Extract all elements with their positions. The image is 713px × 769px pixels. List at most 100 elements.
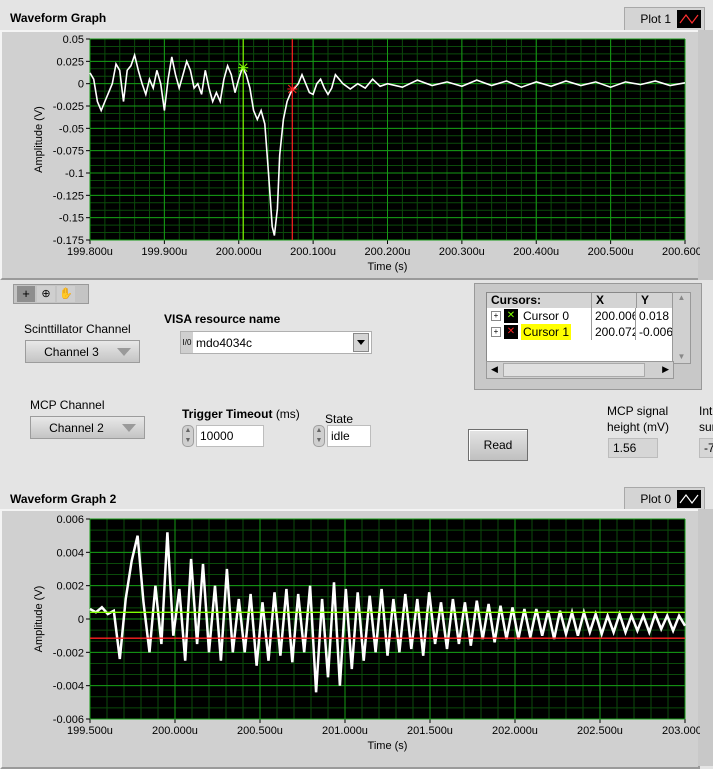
plot-legend-label: Plot 1 xyxy=(640,12,671,26)
col-header-cursors: Cursors: xyxy=(487,293,592,308)
zoom-tool-icon[interactable]: ⊕ xyxy=(37,286,55,302)
cursor-legend-vscroll[interactable]: ▲ ▼ xyxy=(672,292,691,364)
x-tick-label: 200.000u xyxy=(152,725,198,737)
cursor-name[interactable]: Cursor 1 xyxy=(521,324,572,340)
graph2-title: Waveform Graph 2 xyxy=(10,492,117,506)
increment-decrement-icon[interactable]: ▲ ▼ xyxy=(313,425,325,447)
visa-dropdown-button[interactable] xyxy=(353,333,369,352)
read-button[interactable]: Read xyxy=(468,429,528,461)
graph-tool-palette: + ⊕ ✋ xyxy=(13,284,89,304)
x-tick-label: 202.000u xyxy=(492,725,538,737)
col-header-x: X xyxy=(592,293,637,308)
x-tick-label: 200.000u xyxy=(216,246,262,258)
x-tick-label: 200.300u xyxy=(439,246,485,258)
int-label-line1: Int xyxy=(699,404,713,418)
cursor-style-icon[interactable]: ✕ xyxy=(504,325,518,339)
waveform-graph-2[interactable]: 199.500u 200.000u 200.500u 201.000u 201.500u… xyxy=(0,509,700,766)
scintillator-channel-value: Channel 3 xyxy=(44,344,99,359)
y-tick-label: -0.175 xyxy=(53,235,84,247)
x-axis-label: Time (s) xyxy=(368,740,408,752)
y-tick-label: 0 xyxy=(78,79,84,91)
y-tick-label: 0.05 xyxy=(63,34,84,46)
waveform-graph-1[interactable]: 199.800u 199.900u 200.000u 200.100u 200.200u… xyxy=(0,30,700,280)
scroll-up-icon[interactable]: ▲ xyxy=(673,293,690,302)
graph1-plot-legend[interactable]: Plot 1 xyxy=(624,7,705,31)
cursor-x-value: 200.072 xyxy=(592,324,636,340)
chevron-down-icon xyxy=(357,340,365,345)
mcp-channel-ring[interactable]: Channel 2 xyxy=(30,416,145,439)
x-axis-label: Time (s) xyxy=(368,261,408,273)
trigger-timeout-control[interactable]: ▲ ▼ 10000 xyxy=(182,425,264,447)
plot-line-style-icon xyxy=(677,490,701,508)
cursor-y-value: -0.006 xyxy=(638,325,673,339)
mcp-height-label-line2: height (mV) xyxy=(607,420,670,434)
cursor-name[interactable]: Cursor 0 xyxy=(521,308,571,324)
x-tick-label: 199.800u xyxy=(67,246,113,258)
state-control[interactable]: ▲ ▼ idle xyxy=(313,425,371,447)
cursor-y-value: 0.018 xyxy=(639,309,670,323)
y-tick-label: 0.006 xyxy=(56,514,84,526)
plot-line-style-icon xyxy=(677,10,701,28)
x-tick-label: 201.500u xyxy=(407,725,453,737)
mcp-signal-height-label: MCP signal height (mV) xyxy=(607,403,669,435)
scroll-right-icon[interactable]: ▶ xyxy=(662,364,669,375)
cursor-legend-row[interactable]: + ✕ Cursor 0 200.006 0.018 xyxy=(487,308,673,324)
trigger-timeout-text: Trigger Timeout xyxy=(182,407,273,421)
state-label: State xyxy=(325,412,354,426)
x-tick-label: 200.100u xyxy=(290,246,336,258)
visa-resource-label: VISA resource name xyxy=(164,312,281,326)
x-tick-label: 201.000u xyxy=(322,725,368,737)
y-tick-label: -0.004 xyxy=(53,681,84,693)
trigger-timeout-input[interactable]: 10000 xyxy=(196,425,264,447)
x-tick-label: 200.200u xyxy=(365,246,411,258)
increment-decrement-icon[interactable]: ▲ ▼ xyxy=(182,425,194,447)
col-header-y: Y xyxy=(641,293,650,307)
cursor-tool-icon[interactable]: + xyxy=(17,286,35,302)
y-tick-label: -0.05 xyxy=(59,123,84,135)
x-tick-label: 200.500u xyxy=(237,725,283,737)
expand-icon[interactable]: + xyxy=(491,311,501,321)
int-sum-label: Int sur xyxy=(699,403,713,435)
plot-legend-label: Plot 0 xyxy=(640,492,671,506)
state-value[interactable]: idle xyxy=(327,425,371,447)
cursor-legend-hscroll[interactable]: ◀ ▶ xyxy=(486,361,674,379)
visa-resource-value: mdo4034c xyxy=(196,335,253,350)
x-tick-label: 199.900u xyxy=(141,246,187,258)
y-tick-label: 0 xyxy=(78,614,84,626)
cursor-style-icon[interactable]: ✕ xyxy=(504,309,518,323)
y-tick-label: 0.004 xyxy=(56,547,84,559)
dropdown-arrow-icon xyxy=(122,423,136,432)
cursor-legend-table[interactable]: Cursors: X Y + ✕ Cursor 0 200.006 0.018 … xyxy=(486,292,674,364)
visa-resource-control[interactable]: I/0 mdo4034c xyxy=(180,331,372,354)
x-tick-label: 200.500u xyxy=(588,246,634,258)
pan-hand-icon[interactable]: ✋ xyxy=(57,286,75,302)
scroll-down-icon[interactable]: ▼ xyxy=(673,352,690,361)
x-tick-label: 202.500u xyxy=(577,725,623,737)
cursor-x-value: 200.006 xyxy=(592,308,636,324)
cursor-legend-row[interactable]: + ✕ Cursor 1 200.072 -0.006 xyxy=(487,324,673,340)
int-sum-indicator: -7 xyxy=(699,438,713,458)
y-tick-label: -0.006 xyxy=(53,714,84,726)
panel-scroll-edge xyxy=(698,509,713,766)
expand-icon[interactable]: + xyxy=(491,327,501,337)
y-tick-label: -0.15 xyxy=(59,213,84,225)
y-tick-label: -0.1 xyxy=(65,168,84,180)
int-label-line2: sur xyxy=(699,420,713,434)
visa-io-icon: I/0 xyxy=(181,332,193,353)
x-tick-label: 199.500u xyxy=(67,725,113,737)
y-tick-label: 0.002 xyxy=(56,581,84,593)
scroll-left-icon[interactable]: ◀ xyxy=(491,364,498,375)
y-axis-label: Amplitude (V) xyxy=(33,106,45,173)
scintillator-channel-label: Scinttillator Channel xyxy=(24,322,131,336)
trigger-timeout-label: Trigger Timeout (ms) xyxy=(182,407,300,421)
y-tick-label: -0.125 xyxy=(53,190,84,202)
scroll-thumb[interactable] xyxy=(503,363,645,377)
y-tick-label: 0.025 xyxy=(56,56,84,68)
mcp-channel-label: MCP Channel xyxy=(30,398,105,412)
y-axis-label: Amplitude (V) xyxy=(33,586,45,653)
scintillator-channel-ring[interactable]: Channel 3 xyxy=(25,340,140,363)
y-tick-label: -0.025 xyxy=(53,101,84,113)
x-tick-label: 200.600u xyxy=(662,246,700,258)
graph2-plot-legend[interactable]: Plot 0 xyxy=(624,487,705,511)
graph1-title: Waveform Graph xyxy=(10,11,107,25)
